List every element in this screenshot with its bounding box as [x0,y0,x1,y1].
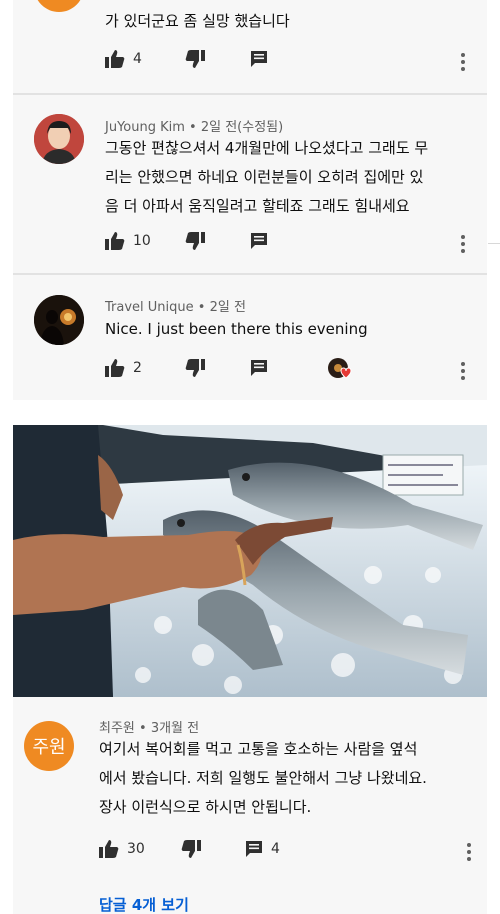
thumb-up-icon [99,840,119,858]
more-vert-icon[interactable] [461,235,467,256]
author-name[interactable]: JuYoung Kim [105,120,185,135]
like-button[interactable]: 2 [105,359,142,377]
avatar[interactable] [34,114,84,164]
dislike-button[interactable] [185,232,205,250]
divider [488,243,500,244]
comment-text-line-cut [105,0,465,7]
reply-button[interactable] [250,359,268,377]
comment-text-line: Nice. I just been there this evening [105,320,368,338]
thumb-down-icon [181,840,201,858]
reply-button[interactable]: 4 [245,840,280,858]
like-button[interactable]: 4 [105,50,142,68]
like-button[interactable]: 10 [105,232,151,250]
fish-image [13,425,487,697]
avatar[interactable] [34,295,84,345]
thumb-down-icon [185,50,205,68]
author-name[interactable]: Travel Unique [105,300,194,315]
dislike-button[interactable] [185,50,205,68]
comment-text: 그동안 편찮으셔서 4개월만에 나오셨다고 그래도 무 리는 안했으면 하네요 … [105,134,465,221]
reply-count: 4 [271,841,280,857]
thumb-down-icon [185,232,205,250]
comment-text-line: 리는 안했으면 하네요 이런분들이 오히려 집에만 있 [105,168,424,186]
more-vert-icon[interactable] [461,53,467,74]
reply-icon [251,233,267,249]
comment-text: Nice. I just been there this evening [105,315,465,344]
video-frame[interactable] [13,425,487,697]
comment-card: 주원 최주원 • 3개월 전 여기서 복어회를 먹고 고통을 호소하는 사람을 … [13,697,487,914]
comment-text-line: 여기서 복어회를 먹고 고통을 호소하는 사람을 옆석 [99,740,418,758]
comment-meta: Travel Unique • 2일 전 [105,300,246,315]
comment-card: 가 있더군요 좀 실망 했습니다 4 [13,0,487,92]
thumb-up-icon [105,50,125,68]
thumb-up-icon [105,232,125,250]
comment-time[interactable]: 3개월 전 [151,721,199,736]
avatar-image [34,114,84,164]
creator-heart-icon [328,358,352,379]
like-button[interactable]: 30 [99,840,145,858]
like-count: 2 [133,360,142,376]
dislike-button[interactable] [181,840,201,858]
comment-text-line: 에서 봤습니다. 저희 일행도 불안해서 그냥 나왔네요. [99,769,427,787]
avatar[interactable]: 주원 [24,721,74,771]
avatar-initials: 주원 [32,737,66,758]
thumb-up-icon [105,359,125,377]
author-name[interactable]: 최주원 [99,721,135,736]
dislike-button[interactable] [185,359,205,377]
comments-panel-bottom: 주원 최주원 • 3개월 전 여기서 복어회를 먹고 고통을 호소하는 사람을 … [13,425,487,914]
comment-time[interactable]: 2일 전 [210,300,246,315]
reply-icon [251,360,267,376]
comment-text-line: 그동안 편찮으셔서 4개월만에 나오셨다고 그래도 무 [105,139,429,157]
comment-actions: 30 4 [99,840,469,864]
comment-meta: JuYoung Kim • 2일 전(수정됨) [105,120,284,135]
comment-meta: 최주원 • 3개월 전 [99,721,200,736]
comment-actions: 2 [105,357,475,383]
avatar-image [34,295,84,345]
comment-text-line: 장사 이런식으로 하시면 안됩니다. [99,798,312,816]
creator-heart-badge [327,357,353,381]
comment-text-line: 가 있더군요 좀 실망 했습니다 [105,12,290,30]
reply-icon [246,841,262,857]
thumb-down-icon [185,359,205,377]
like-count: 10 [133,233,151,249]
comment-actions: 10 [105,232,475,256]
more-vert-icon[interactable] [461,362,467,383]
comment-card: Travel Unique • 2일 전 Nice. I just been t… [13,275,487,400]
comment-text: 여기서 복어회를 먹고 고통을 호소하는 사람을 옆석 에서 봤습니다. 저희 … [99,735,479,822]
comment-text: 가 있더군요 좀 실망 했습니다 [105,0,465,36]
like-count: 30 [127,841,145,857]
reply-button[interactable] [250,232,268,250]
reply-button[interactable] [250,50,268,68]
view-replies-link[interactable]: 답글 4개 보기 [99,894,189,914]
more-vert-icon[interactable] [467,843,473,864]
comment-actions: 4 [105,50,475,74]
like-count: 4 [133,51,142,67]
comment-text-line: 음 더 아파서 움직일려고 할테죠 그래도 힘내세요 [105,197,410,215]
comments-panel-top: 가 있더군요 좀 실망 했습니다 4 JuYoung Kim • 2일 전(수정… [13,0,487,400]
avatar[interactable] [34,0,84,12]
comment-card: JuYoung Kim • 2일 전(수정됨) 그동안 편찮으셔서 4개월만에 … [13,95,487,273]
comment-time[interactable]: 2일 전(수정됨) [201,120,283,135]
reply-icon [251,51,267,67]
